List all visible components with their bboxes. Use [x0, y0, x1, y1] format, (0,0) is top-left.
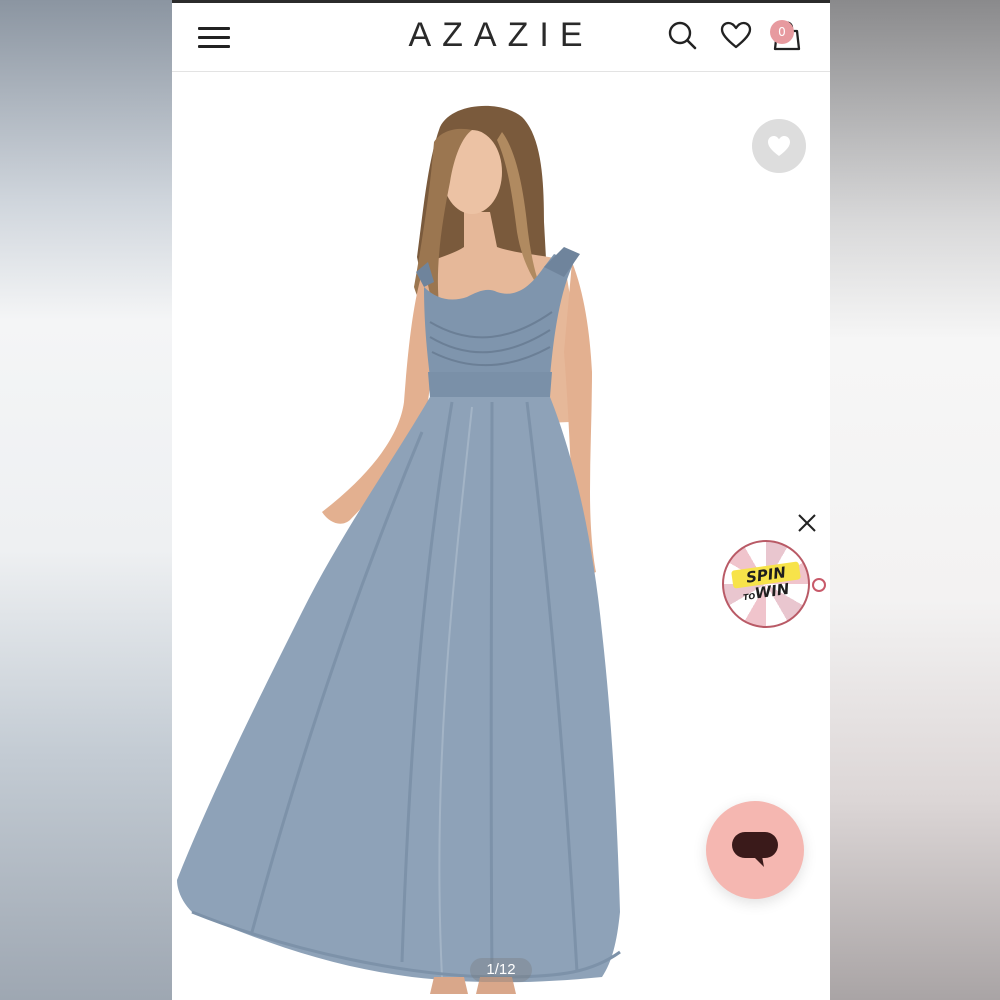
search-icon[interactable]: [666, 19, 700, 53]
background-right: [830, 0, 1000, 1000]
background-left: [0, 0, 172, 1000]
win-label: WIN: [753, 579, 791, 603]
brand-logo[interactable]: AZAZIE: [172, 16, 724, 55]
product-gallery[interactable]: SPIN TOWIN 1/12: [172, 72, 830, 1000]
wishlist-heart-icon[interactable]: [719, 19, 753, 53]
wheel-pointer-icon: [812, 578, 826, 592]
phone-screen: AZAZIE 0 SPIN TOWIN 1/12: [172, 0, 830, 1000]
chat-bubble-icon: [732, 832, 778, 867]
close-icon[interactable]: [796, 512, 818, 534]
cart-count-badge: 0: [770, 20, 794, 44]
image-pager: 1/12: [470, 958, 532, 982]
heart-icon: [768, 136, 790, 156]
site-header: AZAZIE 0: [172, 3, 830, 72]
spin-to-win-badge[interactable]: SPIN TOWIN: [722, 540, 826, 628]
chat-button[interactable]: [706, 801, 804, 899]
favorite-button[interactable]: [752, 119, 806, 173]
